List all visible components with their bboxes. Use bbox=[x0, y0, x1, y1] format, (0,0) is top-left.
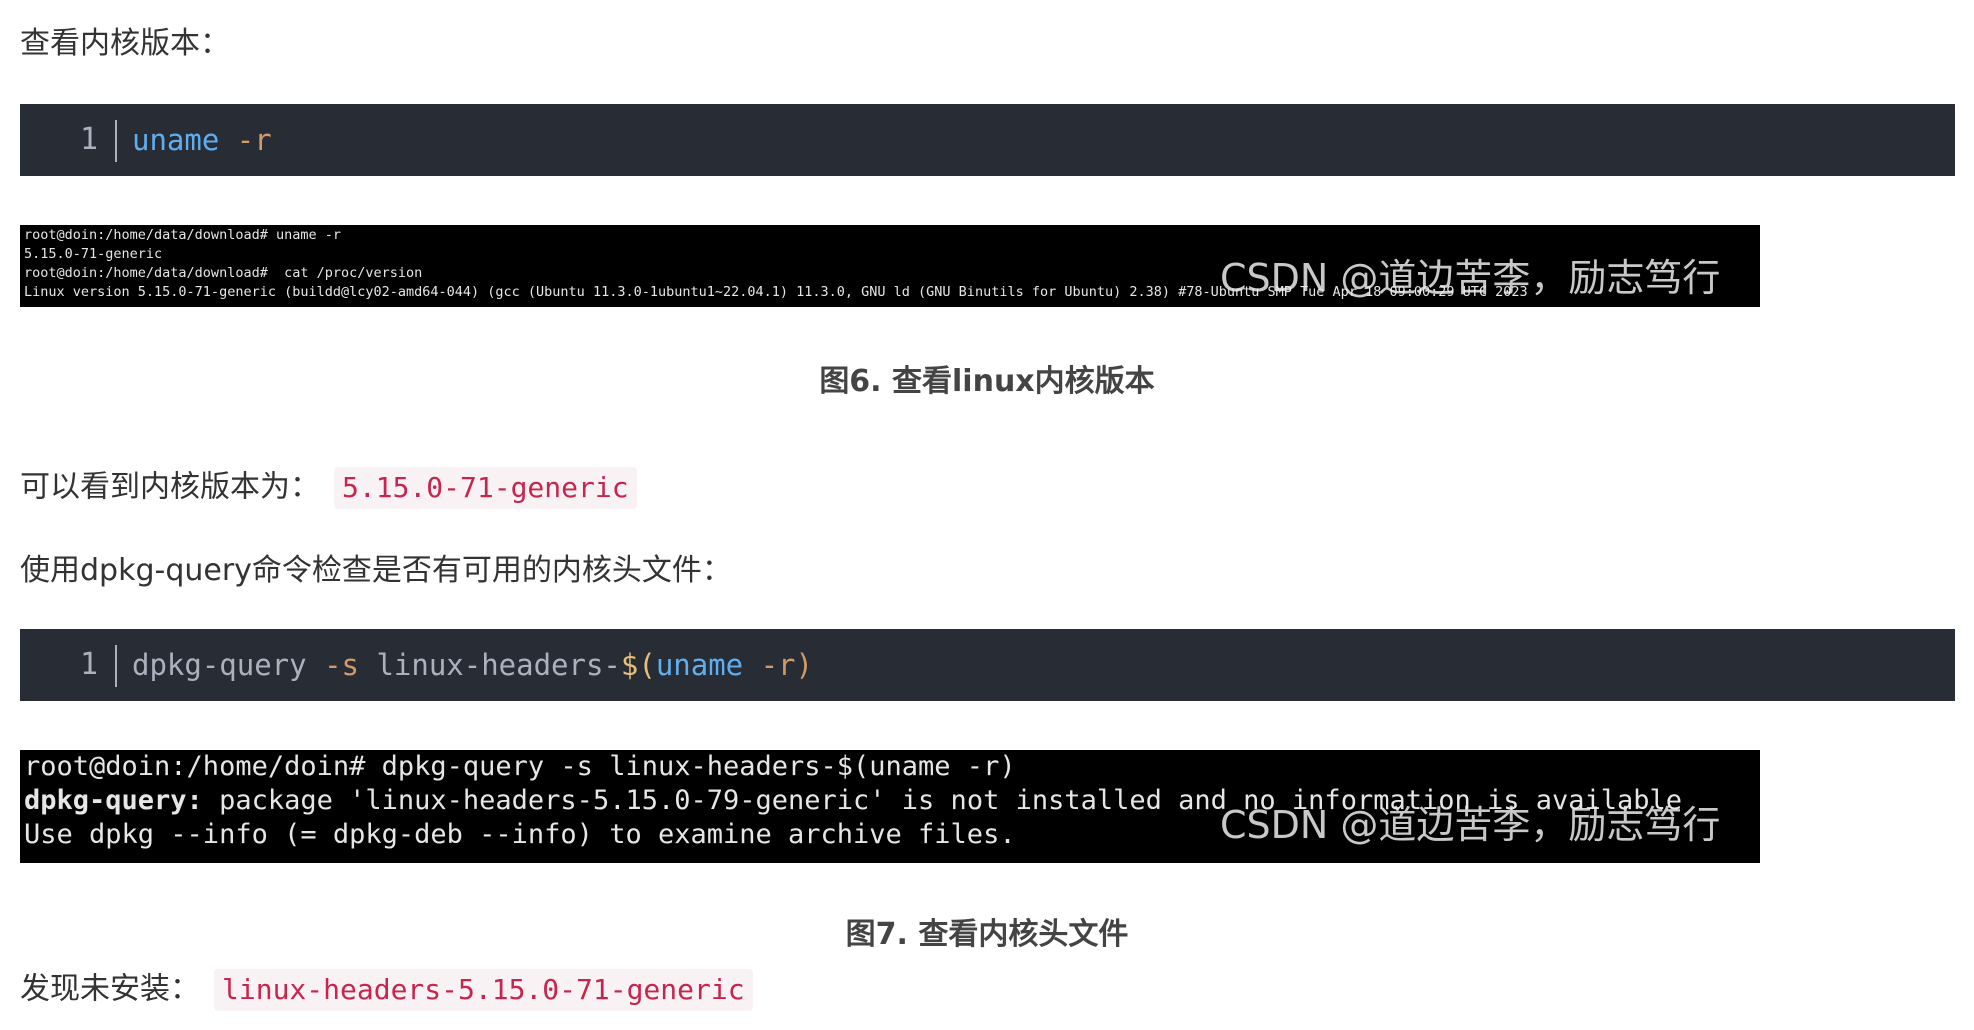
code-token-option: -s bbox=[306, 648, 359, 682]
paragraph-not-installed: 发现未安装： linux-headers-5.15.0-71-generic bbox=[20, 969, 753, 1011]
terminal-error-prefix: dpkg-query: bbox=[24, 785, 203, 816]
terminal-screenshot-kernel-version: root@doin:/home/data/download# uname -r … bbox=[20, 225, 1760, 307]
paragraph-kernel-version: 可以看到内核版本为： 5.15.0-71-generic bbox=[20, 467, 637, 509]
paragraph-dpkg-query: 使用dpkg-query命令检查是否有可用的内核头文件： bbox=[20, 553, 732, 588]
line-number-separator bbox=[115, 120, 117, 162]
code-line: dpkg-query -s linux-headers-$(uname -r) bbox=[132, 629, 813, 701]
terminal-line: root@doin:/home/doin# dpkg-query -s linu… bbox=[24, 751, 1016, 782]
terminal-screenshot-dpkg-query: root@doin:/home/doin# dpkg-query -s linu… bbox=[20, 750, 1760, 863]
code-token-package: linux-headers- bbox=[359, 648, 621, 682]
paragraph-check-kernel: 查看内核版本： bbox=[20, 26, 230, 61]
inline-code-headers: linux-headers-5.15.0-71-generic bbox=[214, 969, 753, 1011]
line-number-separator bbox=[115, 645, 117, 687]
code-token-command: uname bbox=[132, 123, 220, 157]
terminal-line: root@doin:/home/data/download# uname -r bbox=[24, 227, 341, 243]
line-number: 1 bbox=[80, 647, 99, 682]
paragraph-text: 可以看到内核版本为： bbox=[20, 469, 320, 505]
code-token-command: dpkg-query bbox=[132, 648, 307, 682]
code-token-subshell-open: $( bbox=[620, 648, 656, 682]
terminal-line: root@doin:/home/data/download# cat /proc… bbox=[24, 265, 423, 281]
line-number: 1 bbox=[80, 122, 99, 157]
inline-code-version: 5.15.0-71-generic bbox=[334, 467, 637, 509]
code-block-dpkg-query[interactable]: 1 dpkg-query -s linux-headers-$(uname -r… bbox=[20, 629, 1955, 701]
code-block-uname[interactable]: 1 uname -r bbox=[20, 104, 1955, 176]
terminal-line: 5.15.0-71-generic bbox=[24, 246, 163, 262]
figure-caption: 图7. 查看内核头文件 bbox=[845, 917, 1129, 952]
code-token-option: -r bbox=[219, 123, 272, 157]
watermark: CSDN @道边苦李，励志笃行 bbox=[1220, 256, 1721, 300]
code-token-subcommand: uname bbox=[655, 648, 744, 682]
code-token-option: -r) bbox=[743, 648, 813, 682]
paragraph-text: 发现未安装： bbox=[20, 971, 200, 1007]
code-line: uname -r bbox=[132, 104, 272, 176]
watermark: CSDN @道边苦李，励志笃行 bbox=[1220, 803, 1721, 847]
figure-caption: 图6. 查看linux内核版本 bbox=[819, 364, 1155, 399]
terminal-line: Use dpkg --info (= dpkg-deb --info) to e… bbox=[24, 819, 1016, 850]
